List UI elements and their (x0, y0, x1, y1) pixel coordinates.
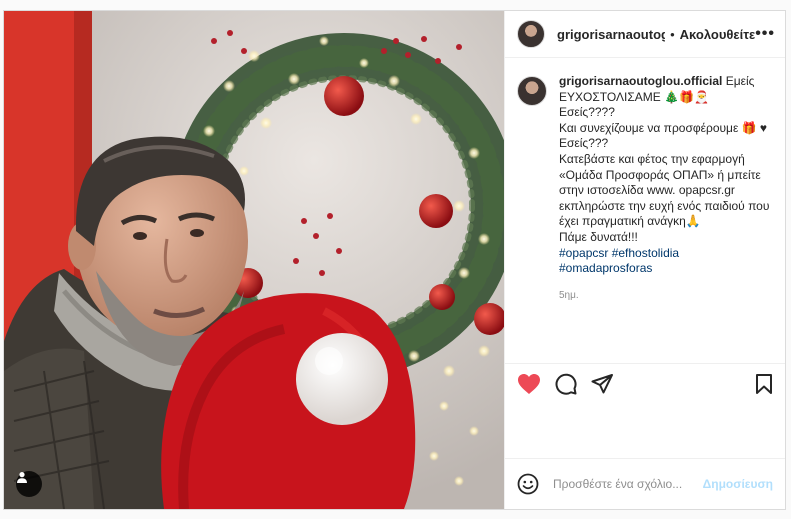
add-comment-bar: Προσθέστε ένα σχόλιο... Δημοσίευση (505, 459, 785, 509)
emoji-icon[interactable] (517, 473, 539, 495)
post-image[interactable] (4, 11, 504, 509)
follow-status[interactable]: Ακολουθείτε (680, 27, 756, 42)
comment-icon[interactable] (555, 373, 577, 395)
caption-line: Και συνεχίζουμε να προσφέρουμε 🎁 ♥ (559, 120, 768, 135)
post-header: grigorisarnaoutoglи • Ακολουθείτε ••• (505, 11, 785, 58)
action-bar (505, 363, 785, 403)
caption-line: Εσείς??? (559, 136, 609, 151)
post-comment-button[interactable]: Δημοσίευση (703, 477, 773, 491)
share-icon[interactable] (591, 373, 613, 395)
user-tag-button[interactable] (16, 471, 42, 497)
caption-line: Κατεβάστε και φέτος την εφαρμογή «Ομάδα … (559, 151, 770, 229)
comments-area: grigorisarnaoutoglou.official Εμείς ΕΥΧΟ… (505, 58, 785, 363)
hashtag-link[interactable]: #opapcsr #efhostolidia (559, 246, 773, 262)
post-photo (4, 11, 504, 509)
caption-author-avatar[interactable] (517, 76, 547, 106)
post-caption: grigorisarnaoutoglou.official Εμείς ΕΥΧΟ… (559, 74, 773, 363)
author-avatar[interactable] (517, 20, 545, 48)
caption-username[interactable]: grigorisarnaoutoglou.official (559, 74, 722, 88)
comment-input[interactable]: Προσθέστε ένα σχόλιο... (553, 477, 703, 491)
caption-line: Εσείς???? (559, 105, 615, 120)
caption-line: Πάμε δυνατά!!! (559, 229, 638, 244)
user-tag-icon (17, 472, 27, 483)
post-dialog: grigorisarnaoutoglи • Ακολουθείτε ••• gr… (3, 10, 786, 510)
separator-dot: • (670, 26, 675, 42)
more-options-icon[interactable]: ••• (755, 25, 775, 43)
post-timestamp[interactable]: 5ημ. (559, 288, 773, 304)
heart-filled-icon[interactable] (517, 373, 541, 395)
post-side-panel: grigorisarnaoutoglи • Ακολουθείτε ••• gr… (504, 11, 785, 509)
hashtag-link[interactable]: #omadaprosforas (559, 261, 773, 277)
bookmark-icon[interactable] (755, 373, 773, 395)
author-username[interactable]: grigorisarnaoutoglи (557, 27, 665, 42)
likes-area (505, 403, 785, 459)
